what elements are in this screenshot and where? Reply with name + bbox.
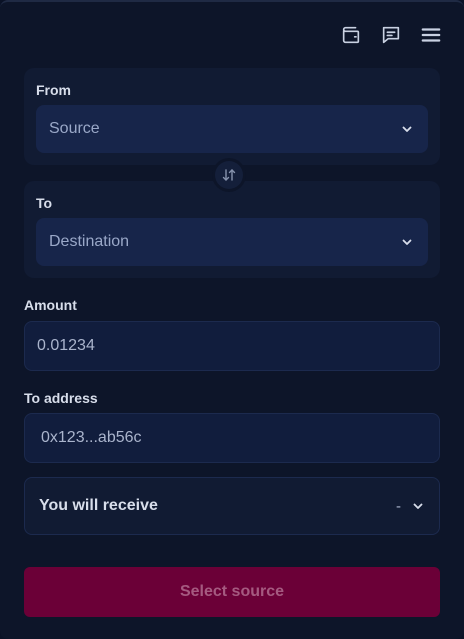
amount-input[interactable]	[37, 337, 425, 355]
to-panel: To Destination	[24, 181, 440, 278]
wallet-icon[interactable]	[340, 24, 362, 46]
receive-value: -	[396, 497, 401, 515]
amount-field[interactable]	[24, 321, 440, 371]
swap-icon-wrap	[215, 161, 243, 189]
chat-icon[interactable]	[380, 24, 402, 46]
header-toolbar	[340, 24, 442, 46]
chevron-down-icon	[413, 503, 423, 509]
from-panel: From Source	[24, 68, 440, 165]
from-label: From	[36, 82, 71, 98]
to-address-label: To address	[24, 390, 98, 406]
to-address-input[interactable]	[41, 429, 425, 447]
receive-label: You will receive	[39, 497, 158, 514]
receive-row[interactable]: You will receive -	[24, 477, 440, 535]
select-source-button[interactable]: Select source	[24, 567, 440, 617]
receive-right: -	[396, 498, 425, 515]
amount-label: Amount	[24, 297, 77, 313]
to-label: To	[36, 195, 53, 211]
bridge-widget: From Source To Destination Amount 0.0123…	[0, 0, 464, 639]
destination-select[interactable]: Destination	[36, 218, 428, 266]
swap-arrows-icon	[222, 169, 236, 181]
chevron-down-icon	[402, 239, 412, 245]
source-select-value: Source	[49, 120, 100, 137]
swap-button[interactable]	[212, 158, 246, 192]
destination-select-value: Destination	[49, 233, 130, 250]
to-address-field[interactable]	[24, 413, 440, 463]
menu-icon[interactable]	[420, 24, 442, 46]
source-select[interactable]: Source	[36, 105, 428, 153]
chevron-down-icon	[402, 126, 412, 132]
